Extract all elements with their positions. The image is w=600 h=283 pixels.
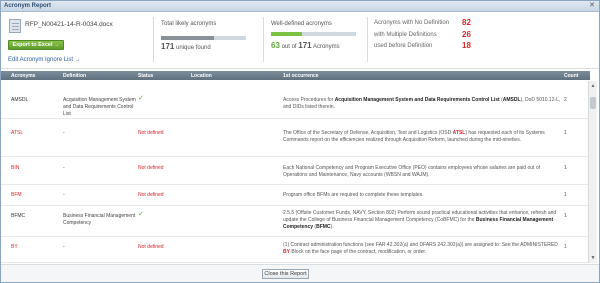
definition-cell: - — [63, 130, 65, 136]
first-occurrence-cell: Access Procedures for Acquisition Manage… — [283, 97, 561, 111]
acronym-cell: ATSL — [11, 130, 24, 136]
summary-panel: RFP_N00421-14-R-0034.docx Export to Exce… — [1, 13, 599, 69]
count-cell: 1 — [564, 130, 567, 136]
occurrence-highlight: BY — [283, 249, 290, 255]
table-row[interactable]: AMSDL Acquisition Management System and … — [1, 81, 590, 119]
well-defined-readout: 63 out of 171 Acronyms — [271, 41, 340, 50]
dialog-footer: Close this Report — [1, 264, 599, 282]
column-header-acronyms[interactable]: Acronyms — [11, 73, 35, 79]
occurrence-text: ). — [330, 224, 334, 230]
occurrence-text: (1) Contract administration functions (s… — [283, 242, 558, 248]
total-acronyms-bar — [161, 36, 246, 40]
used-before-definition-label: used before Definition — [374, 43, 433, 49]
count-cell: 1 — [564, 165, 567, 171]
total-acronyms-bar-fill — [161, 36, 214, 40]
table-row[interactable]: BFMC Business Financial Management Compe… — [1, 207, 590, 237]
well-defined-bar — [271, 32, 356, 36]
total-acronyms-suffix: unique found — [176, 45, 211, 51]
column-header-count[interactable]: Count — [564, 73, 578, 79]
acronym-report-dialog: Acronym Report ✕ RFP_N00421-14-R-0034.do… — [0, 0, 600, 283]
document-filename: RFP_N00421-14-R-0034.docx — [25, 21, 113, 28]
first-occurrence-cell: 2.5.5 (Offsite Customer Funds, NAVY, Sec… — [283, 210, 561, 231]
close-report-button[interactable]: Close this Report — [262, 269, 309, 279]
multiple-definitions-value: 26 — [462, 30, 471, 39]
definition-cell: - — [63, 165, 65, 171]
column-header-definition[interactable]: Definition — [63, 73, 86, 79]
table-row[interactable]: BY - Not defined (1) Contract administra… — [1, 238, 590, 263]
divider — [367, 17, 368, 62]
total-acronyms-label: Total likely acronyms — [161, 21, 217, 27]
total-acronyms-readout: 171 unique found — [161, 42, 211, 51]
well-defined-count: 63 — [271, 41, 280, 50]
acronym-cell: BFM — [11, 192, 22, 198]
well-defined-middle: out of — [281, 44, 297, 50]
no-definition-label: Acronyms with No Definition — [374, 20, 450, 26]
close-icon[interactable]: ✕ — [588, 2, 596, 10]
table-header: Acronyms Definition Status Location 1st … — [1, 71, 590, 80]
well-defined-total: 171 — [298, 41, 312, 50]
well-defined-bar-fill — [271, 32, 303, 36]
status-cell: Not defined — [138, 192, 164, 198]
acronym-cell: AMSDL — [11, 97, 29, 103]
no-definition-value: 82 — [462, 18, 471, 27]
definition-cell: - — [63, 244, 65, 250]
occurrence-highlight: AMSDL — [502, 97, 521, 103]
total-acronyms-count: 171 — [161, 42, 175, 51]
status-cell: Not defined — [138, 244, 164, 250]
divider — [153, 17, 154, 62]
column-header-status[interactable]: Status — [138, 73, 153, 79]
first-occurrence-cell: The Office of the Secretary of Defense, … — [283, 130, 561, 144]
table-row[interactable]: BFM - Not defined Program office BFMs ar… — [1, 186, 590, 206]
first-occurrence-cell: (1) Contract administration functions (s… — [283, 242, 561, 256]
count-cell: 2 — [564, 97, 567, 103]
acronym-cell: BFMC — [11, 213, 26, 219]
table-scrollbar[interactable]: ▲ ▼ — [588, 81, 597, 263]
occurrence-highlight: Acquisition Management System and Data R… — [334, 97, 500, 103]
export-to-excel-button[interactable]: Export to Excel → — [8, 40, 64, 50]
edit-ignore-list-link[interactable]: Edit Acronym Ignore List → — [8, 57, 81, 63]
count-cell: 1 — [564, 244, 567, 250]
column-header-first-occurrence[interactable]: 1st occurrence — [283, 73, 319, 79]
first-occurrence-cell: Program office BFMs are required to comp… — [283, 192, 424, 198]
used-before-definition-value: 18 — [462, 41, 471, 50]
status-defined-icon: ✓ — [138, 95, 144, 102]
status-defined-icon: ✓ — [138, 211, 144, 218]
definition-cell: - — [63, 192, 65, 198]
occurrence-highlight: BFMC — [316, 224, 331, 230]
table-row[interactable]: BIN - Not defined Each National Competen… — [1, 158, 590, 185]
well-defined-suffix: Acronyms — [312, 44, 340, 50]
status-cell: Not defined — [138, 130, 164, 136]
acronym-cell: BIN — [11, 165, 20, 171]
scrollbar-thumb[interactable] — [590, 97, 596, 109]
acronym-cell: BY — [11, 244, 18, 250]
definition-cell: Business Financial Management Competency — [63, 213, 136, 226]
scroll-up-icon[interactable]: ▲ — [590, 83, 596, 89]
scroll-down-icon[interactable]: ▼ — [590, 255, 596, 261]
count-cell: 1 — [564, 213, 567, 219]
multiple-definitions-label: with Multiple Definitions — [374, 32, 437, 38]
title-bar: Acronym Report ✕ — [1, 1, 599, 12]
divider — [263, 17, 264, 62]
occurrence-text: Block on the face page of the contract, … — [289, 249, 427, 255]
occurrence-text: The Office of the Secretary of Defense, … — [283, 130, 453, 136]
well-defined-label: Well-defined acronyms — [271, 21, 332, 27]
column-header-location[interactable]: Location — [191, 73, 212, 79]
status-cell: Not defined — [138, 165, 164, 171]
dialog-title: Acronym Report — [4, 3, 52, 9]
occurrence-text: Access Procedures for — [283, 97, 335, 103]
document-icon — [9, 19, 21, 33]
first-occurrence-cell: Each National Competency and Program Exe… — [283, 165, 540, 178]
occurrence-highlight: ATSL — [452, 130, 466, 136]
definition-cell: Acquisition Management System and Data R… — [63, 97, 136, 117]
acronym-table: AMSDL Acquisition Management System and … — [1, 81, 590, 263]
table-row[interactable]: ATSL - Not defined The Office of the Sec… — [1, 120, 590, 157]
count-cell: 1 — [564, 192, 567, 198]
